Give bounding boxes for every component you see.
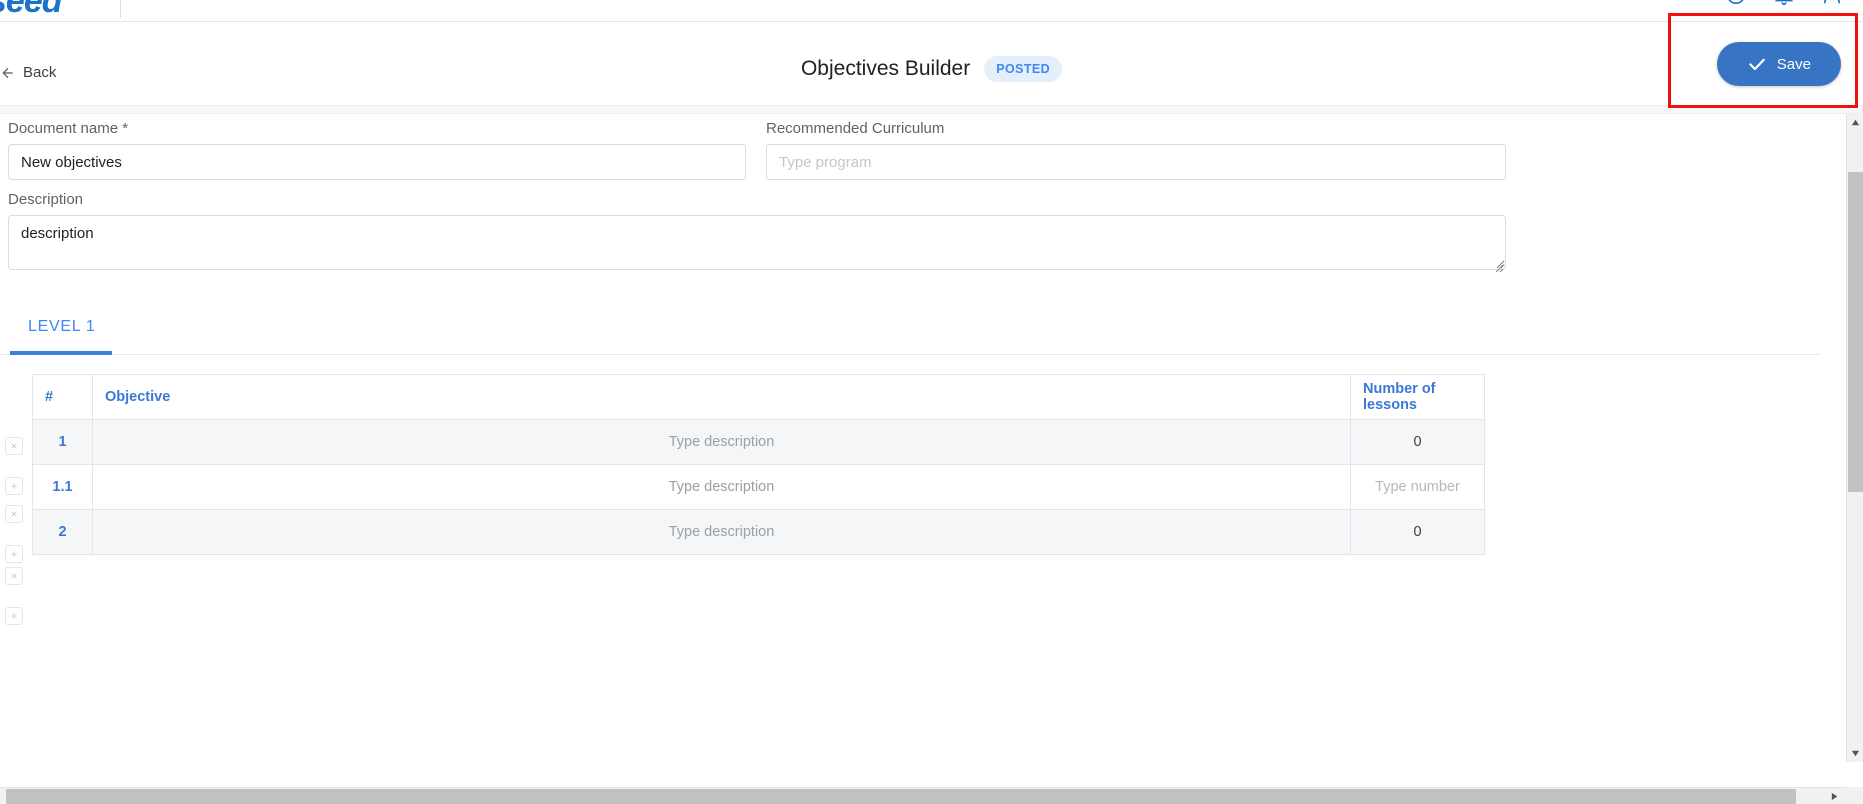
column-header-number: # — [32, 374, 93, 420]
table-header-row: # Objective Number of lessons — [32, 374, 1485, 420]
scrollbar-corner — [1846, 787, 1863, 804]
table-body: 1 Type description 0 1.1 Type description Typ… — [32, 419, 1485, 555]
column-header-objective: Objective — [92, 374, 1351, 420]
objective-cell[interactable]: Type description — [92, 509, 1351, 555]
add-row-after-1-1-button[interactable]: + — [5, 545, 23, 563]
objectives-builder-page: seed — [0, 0, 1863, 804]
recommended-curriculum-label: Recommended Curriculum — [766, 120, 945, 137]
page-header: Back Objectives Builder POSTED Save — [0, 22, 1863, 106]
title-group: Objectives Builder POSTED — [0, 56, 1863, 82]
delete-row-2-button[interactable]: × — [5, 567, 23, 585]
content-area: Document name * Recommended Curriculum D… — [0, 114, 1820, 762]
lessons-cell[interactable]: 0 — [1350, 419, 1485, 465]
objective-cell[interactable]: Type description — [92, 419, 1351, 465]
column-header-lessons: Number of lessons — [1350, 374, 1485, 420]
table-row: 2 Type description 0 — [32, 509, 1485, 555]
account-icon[interactable] — [1821, 0, 1843, 6]
page-title: Objectives Builder — [800, 57, 971, 80]
delete-row-1-1-button[interactable]: × — [5, 505, 23, 523]
row-controls-column: × + × + × + — [5, 437, 27, 625]
vertical-scrollbar[interactable] — [1846, 114, 1863, 762]
horizontal-scrollbar-thumb[interactable] — [6, 789, 1796, 804]
tab-bar: LEVEL 1 — [0, 299, 1820, 355]
description-label: Description — [8, 191, 84, 208]
row-number-cell: 1 — [32, 419, 93, 465]
vertical-scrollbar-thumb[interactable] — [1848, 172, 1863, 492]
add-row-after-1-button[interactable]: + — [5, 477, 23, 495]
document-name-label: Document name * — [8, 120, 129, 137]
save-button[interactable]: Save — [1716, 42, 1841, 86]
scroll-down-arrow-icon[interactable] — [1847, 745, 1863, 762]
row-number-cell: 1.1 — [32, 464, 93, 510]
description-field: Description — [8, 191, 1506, 275]
delete-row-1-button[interactable]: × — [5, 437, 23, 455]
row-number-cell: 2 — [32, 509, 93, 555]
table-row: 1.1 Type description Type number — [32, 464, 1485, 510]
save-label: Save — [1776, 55, 1811, 73]
check-icon — [1747, 54, 1767, 74]
tab-level-1[interactable]: LEVEL 1 — [10, 299, 113, 355]
notification-bell-icon[interactable] — [1773, 0, 1795, 6]
lessons-cell[interactable]: 0 — [1350, 509, 1485, 555]
lessons-cell[interactable]: Type number — [1350, 464, 1485, 510]
objective-cell[interactable]: Type description — [92, 464, 1351, 510]
brand-bar: seed — [0, 0, 1863, 22]
recommended-curriculum-input[interactable] — [766, 144, 1506, 180]
document-name-field: Document name * — [8, 120, 746, 180]
section-divider — [0, 106, 1863, 114]
help-icon[interactable] — [1725, 0, 1747, 6]
horizontal-scrollbar[interactable] — [0, 787, 1863, 804]
objectives-table: # Objective Number of lessons 1 Type desc… — [32, 374, 1485, 555]
save-button-container: Save — [1716, 42, 1841, 86]
tab-active-indicator — [10, 351, 112, 355]
app-logo[interactable]: seed — [0, 0, 62, 21]
add-row-after-2-button[interactable]: + — [5, 607, 23, 625]
description-textarea[interactable] — [8, 215, 1506, 270]
brand-divider — [120, 0, 121, 18]
recommended-curriculum-field: Recommended Curriculum — [766, 120, 1506, 180]
status-badge: POSTED — [984, 56, 1063, 82]
document-name-input[interactable] — [8, 144, 746, 180]
table-row: 1 Type description 0 — [32, 419, 1485, 465]
scroll-right-arrow-icon[interactable] — [1826, 788, 1843, 804]
brand-icon-group — [1725, 0, 1843, 6]
scroll-up-arrow-icon[interactable] — [1847, 114, 1863, 131]
